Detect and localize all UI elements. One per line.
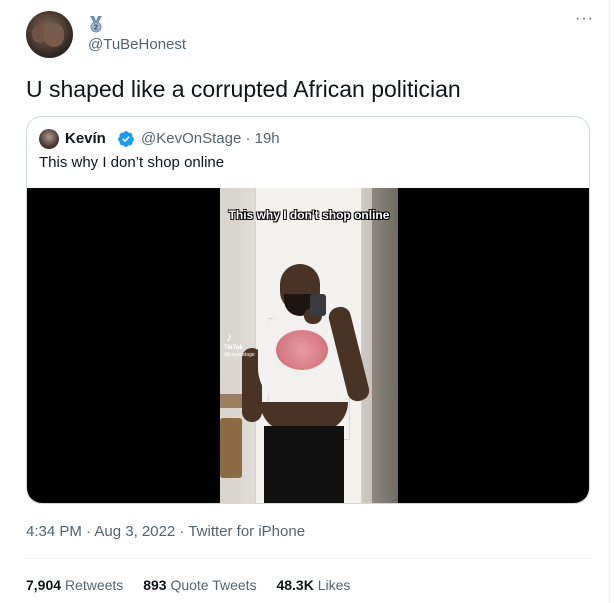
svg-text:2: 2: [94, 25, 98, 32]
mirror-frame: [372, 188, 398, 503]
author-avatar[interactable]: [26, 11, 73, 58]
retweets-label: Retweets: [64, 577, 124, 593]
column-border: [609, 0, 610, 603]
tweet-text: U shaped like a corrupted African politi…: [26, 76, 461, 102]
avatar-face: [44, 23, 64, 47]
video-frame: This why I don't shop online ♪ TikTok @k…: [220, 188, 398, 503]
shirt-graphic: [276, 330, 328, 370]
tiktok-watermark-label: TikTok: [224, 345, 243, 351]
author-handle[interactable]: @TuBeHonest: [88, 36, 186, 53]
verified-badge-icon: [118, 131, 134, 147]
likes-label: Likes: [317, 577, 351, 593]
quoted-video-player[interactable]: This why I don't shop online ♪ TikTok @k…: [27, 188, 589, 503]
tiktok-watermark-user: @kevonstage: [224, 352, 255, 358]
phone: [310, 294, 326, 316]
retweets-count: 7,904: [26, 577, 62, 593]
quoted-tweet-card[interactable]: Kevín @KevOnStage · 19h This why I don’t…: [26, 116, 590, 504]
likes-stat[interactable]: 48.3K Likes: [276, 577, 350, 593]
quote-tweets-label: Quote Tweets: [170, 577, 257, 593]
video-caption: This why I don't shop online: [228, 208, 390, 222]
divider-top: [26, 558, 591, 559]
quote-tweets-stat[interactable]: 893 Quote Tweets: [143, 577, 256, 593]
quoted-tweet-text: This why I don’t shop online: [39, 154, 225, 171]
quote-tweets-count: 893: [143, 577, 167, 593]
tweet-timestamp[interactable]: 4:34 PM · Aug 3, 2022 · Twitter for iPho…: [26, 523, 305, 540]
basket: [220, 418, 242, 478]
quoted-author-handle-time[interactable]: @KevOnStage · 19h: [141, 130, 280, 147]
person-pants: [264, 426, 344, 503]
tiktok-icon: ♪: [226, 330, 232, 344]
more-horizontal-icon[interactable]: ···: [575, 10, 594, 28]
quoted-author-name[interactable]: Kevín: [65, 130, 106, 147]
medal-badge-icon: 2: [90, 16, 102, 33]
retweets-stat[interactable]: 7,904 Retweets: [26, 577, 123, 593]
quoted-author-avatar[interactable]: [39, 129, 59, 149]
engagement-stats: 7,904 Retweets 893 Quote Tweets 48.3K Li…: [26, 577, 366, 593]
likes-count: 48.3K: [276, 577, 314, 593]
